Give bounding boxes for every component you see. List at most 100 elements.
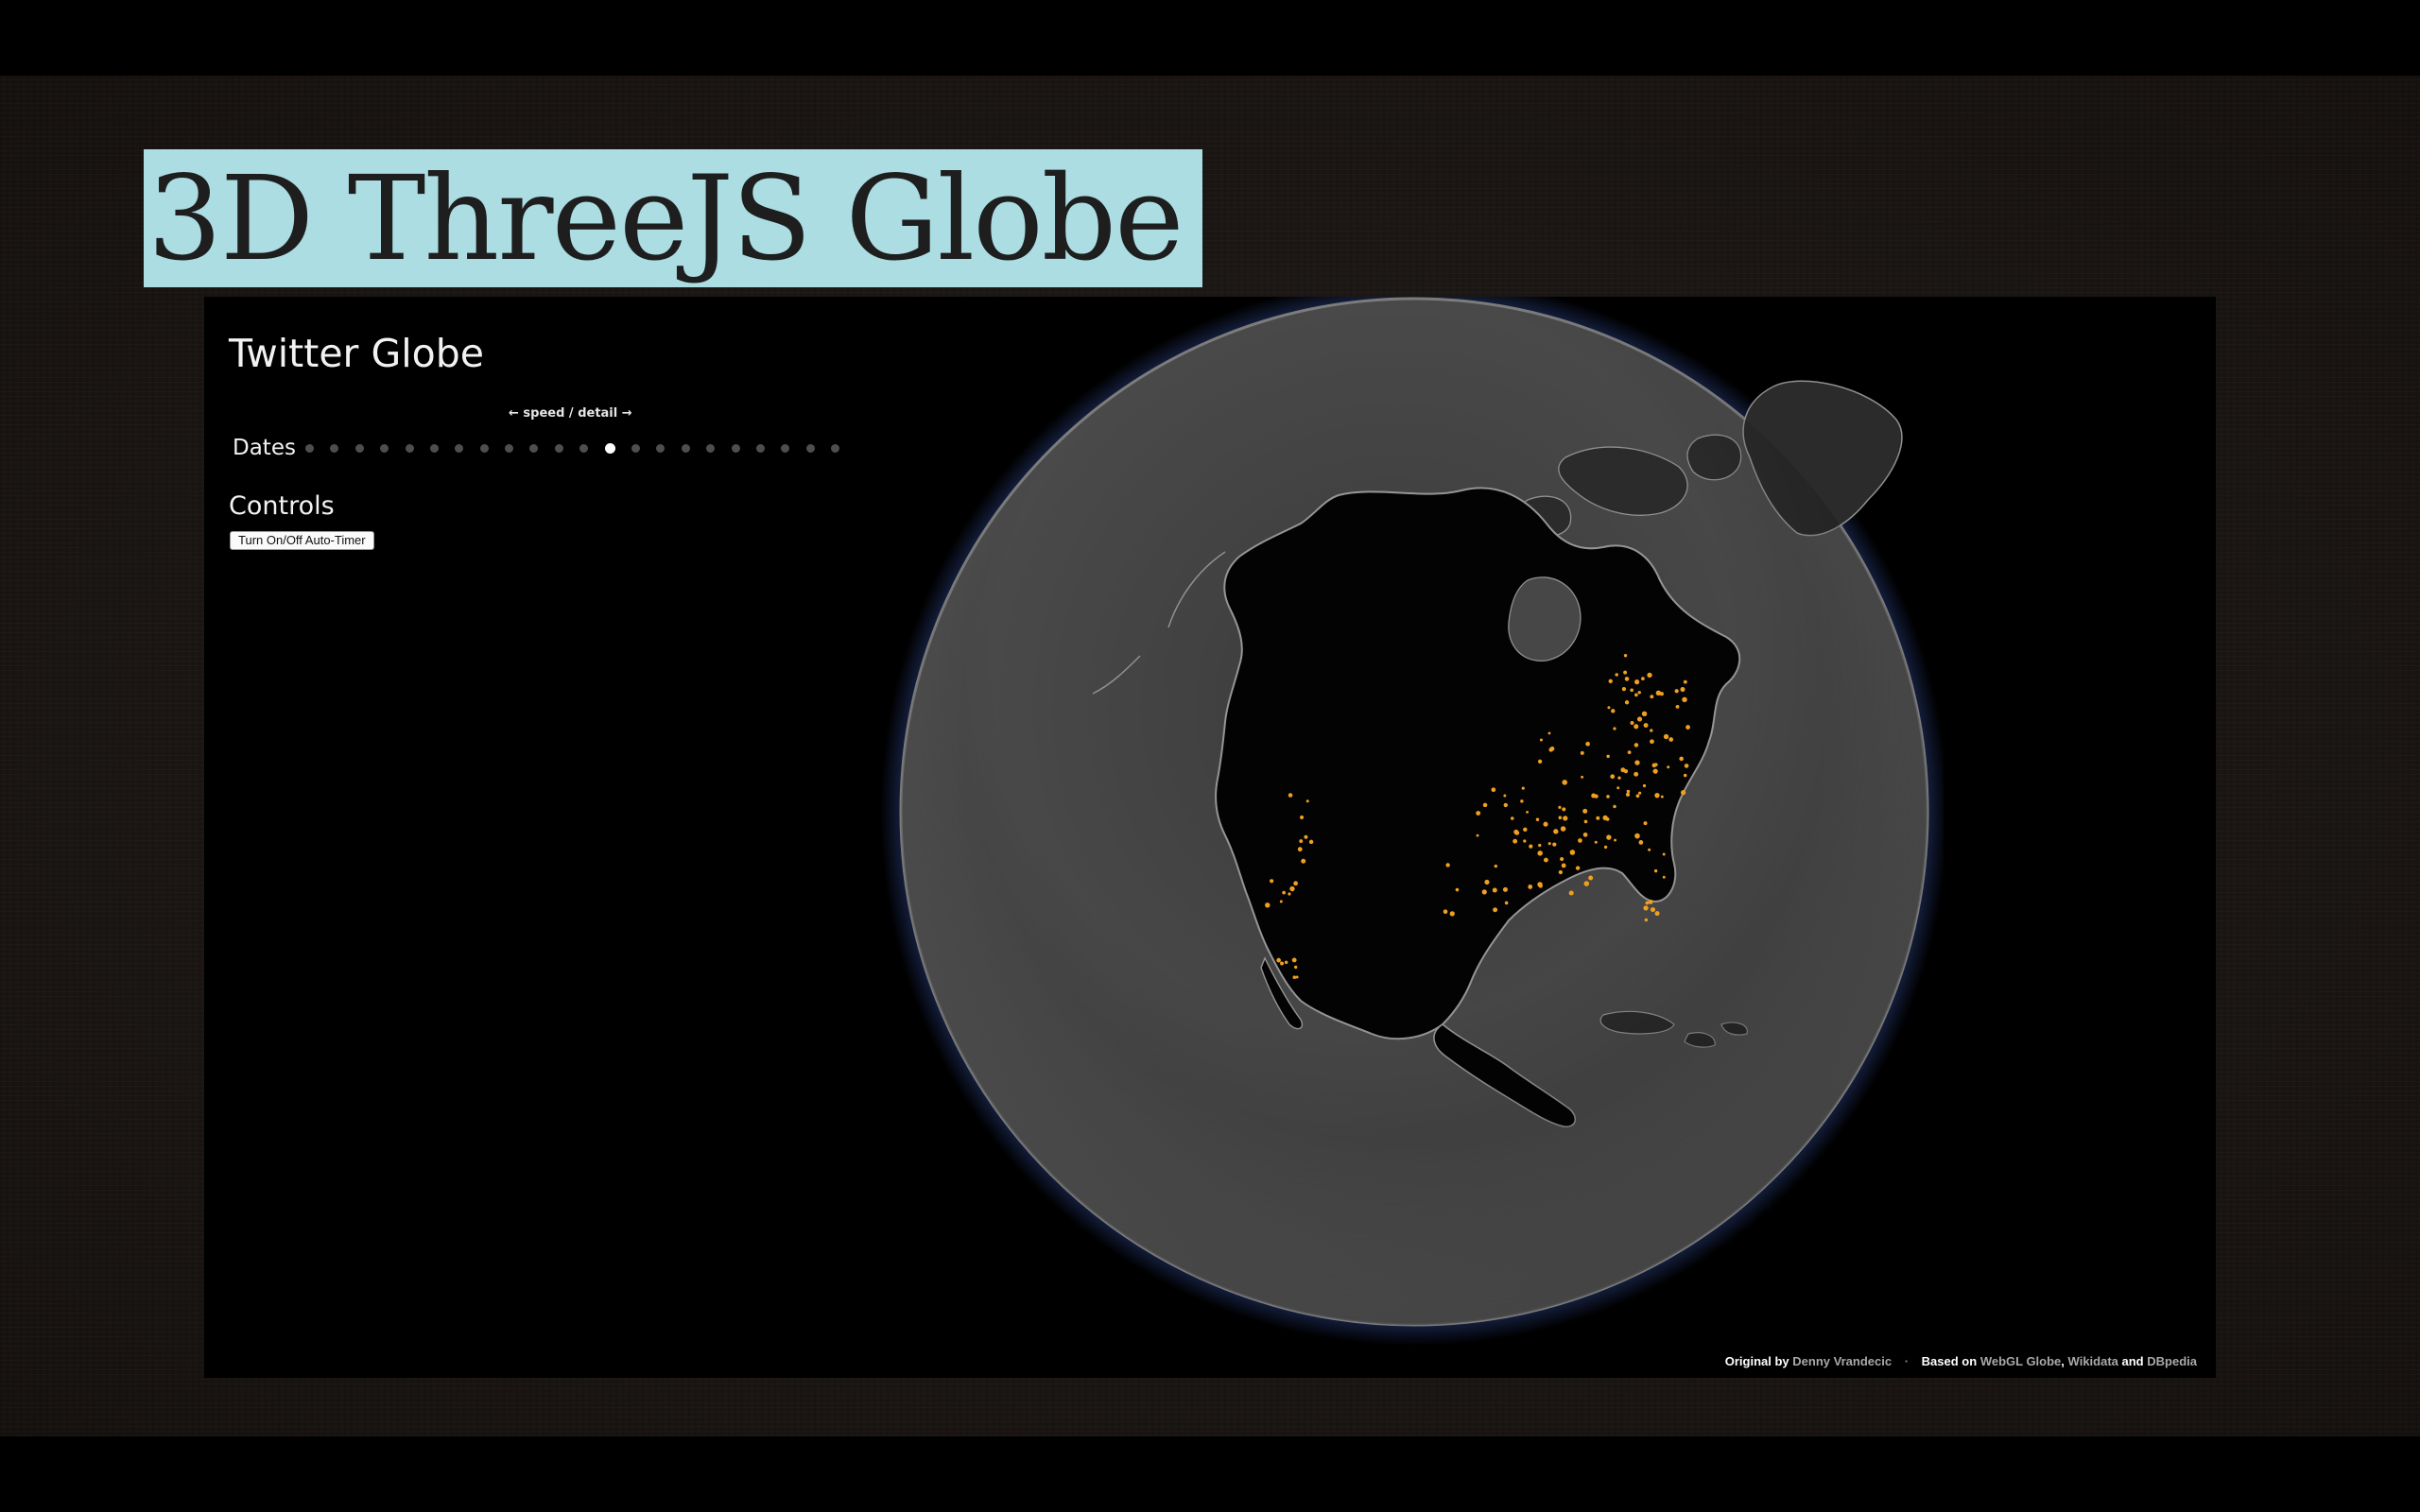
tweet-dot: [1624, 677, 1630, 681]
tweet-dot: [1647, 672, 1652, 679]
date-dot[interactable]: [781, 443, 790, 453]
tweet-dot: [1493, 907, 1498, 913]
letterbox-top: [0, 0, 2420, 76]
tweet-dot: [1578, 838, 1582, 843]
slide-title-highlight: 3D ThreeJS Globe: [144, 149, 1202, 287]
tweet-dot: [1492, 887, 1497, 893]
tweet-dot: [1560, 856, 1564, 862]
tweet-dot: [1680, 790, 1686, 796]
and-label: and: [2121, 1354, 2144, 1368]
tweet-dot: [1654, 911, 1660, 917]
tweet-dot: [1662, 875, 1666, 879]
tweet-dot: [1643, 723, 1649, 728]
date-dot[interactable]: [805, 443, 815, 453]
date-dot[interactable]: [354, 443, 364, 453]
tweet-dot: [1637, 691, 1641, 695]
date-dot[interactable]: [405, 443, 414, 453]
tweet-dot: [1588, 875, 1594, 881]
tweet-dot: [1445, 863, 1450, 868]
webgl-globe-link[interactable]: WebGL Globe: [1980, 1354, 2061, 1368]
tweet-dot: [1482, 802, 1488, 808]
tweet-dot: [1558, 816, 1563, 820]
tweet-dot: [1638, 840, 1644, 845]
author-link[interactable]: Denny Vrandecic: [1792, 1354, 1892, 1368]
date-dot[interactable]: [505, 443, 514, 453]
tweet-dot: [1616, 786, 1620, 790]
tweet-dot: [1615, 673, 1618, 677]
date-dot[interactable]: [330, 443, 339, 453]
date-dot[interactable]: [579, 443, 589, 453]
wikidata-link[interactable]: Wikidata: [2068, 1354, 2118, 1368]
date-dot[interactable]: [429, 443, 439, 453]
app-title: Twitter Globe: [229, 331, 484, 376]
dbpedia-link[interactable]: DBpedia: [2147, 1354, 2197, 1368]
tweet-dot: [1655, 690, 1662, 696]
tweet-dot: [1654, 793, 1660, 799]
auto-timer-toggle-button[interactable]: Turn On/Off Auto-Timer: [230, 531, 374, 550]
tweet-dot: [1291, 957, 1297, 963]
tweet-dot: [1582, 832, 1588, 837]
tweet-dot: [1675, 704, 1680, 709]
tweet-dot: [1650, 739, 1654, 745]
tweet-dot: [1648, 899, 1653, 904]
tweet-dot: [1606, 795, 1610, 799]
tweet-dot: [1610, 774, 1616, 780]
tweet-dot: [1652, 768, 1658, 774]
tweet-dot: [1683, 679, 1687, 684]
date-dot[interactable]: [380, 443, 389, 453]
tweet-dot: [1289, 885, 1295, 892]
tweet-dot: [1606, 834, 1612, 840]
tweet-dot: [1634, 833, 1640, 839]
app-screenshot: Twitter Globe ← speed / detail → Dates C…: [204, 297, 2216, 1378]
date-dot[interactable]: [731, 443, 740, 453]
date-dot[interactable]: [656, 443, 666, 453]
tweet-dot: [1663, 733, 1669, 740]
date-dot[interactable]: [455, 443, 464, 453]
tweet-dot: [1581, 775, 1584, 779]
tweet-dot: [1279, 900, 1283, 903]
date-dot[interactable]: [631, 443, 641, 453]
globe-visualization[interactable]: [696, 297, 1944, 1378]
date-dot[interactable]: [479, 443, 489, 453]
tweet-dot: [1528, 885, 1533, 889]
tweet-dot: [1521, 786, 1525, 790]
letterbox-bottom: [0, 1436, 2420, 1512]
tweet-dot: [1443, 909, 1448, 915]
tweet-dot: [1653, 868, 1658, 873]
tweet-dot: [1614, 838, 1616, 842]
tweet-dot: [1510, 816, 1514, 820]
tweet-dot: [1538, 884, 1543, 888]
tweet-dot: [1270, 879, 1274, 884]
date-dot[interactable]: [604, 442, 615, 454]
date-dot[interactable]: [706, 443, 716, 453]
date-dot[interactable]: [529, 443, 539, 453]
tweet-dot: [1276, 957, 1281, 963]
tweet-dot: [1630, 688, 1634, 693]
date-dot[interactable]: [554, 443, 563, 453]
tweet-dot: [1526, 810, 1529, 814]
tweet-dot: [1606, 754, 1610, 759]
credits-comma: ,: [2061, 1354, 2065, 1368]
tweet-dot: [1583, 881, 1590, 886]
credits-separator: ·: [1904, 1354, 1910, 1368]
tweet-dot: [1627, 750, 1632, 755]
tweet-dot: [1641, 677, 1645, 680]
date-dot[interactable]: [831, 443, 840, 453]
tweet-dot: [1280, 961, 1285, 966]
based-on-label: Based on: [1921, 1354, 1978, 1368]
tweet-dot: [1476, 833, 1479, 837]
date-dot[interactable]: [756, 443, 765, 453]
tweet-dot: [1523, 839, 1527, 843]
tweet-dot: [1547, 842, 1551, 846]
tweet-dot: [1523, 827, 1528, 833]
tweet-dot: [1544, 857, 1548, 863]
tweet-dot: [1580, 750, 1584, 755]
tweet-dot: [1630, 721, 1634, 726]
date-dot[interactable]: [681, 443, 690, 453]
tweet-dot: [1607, 706, 1611, 710]
date-dot[interactable]: [304, 443, 314, 453]
tweet-dot: [1563, 816, 1568, 821]
tweet-dot: [1583, 819, 1588, 824]
tweet-dot: [1288, 793, 1293, 798]
tweet-dot: [1288, 892, 1291, 896]
